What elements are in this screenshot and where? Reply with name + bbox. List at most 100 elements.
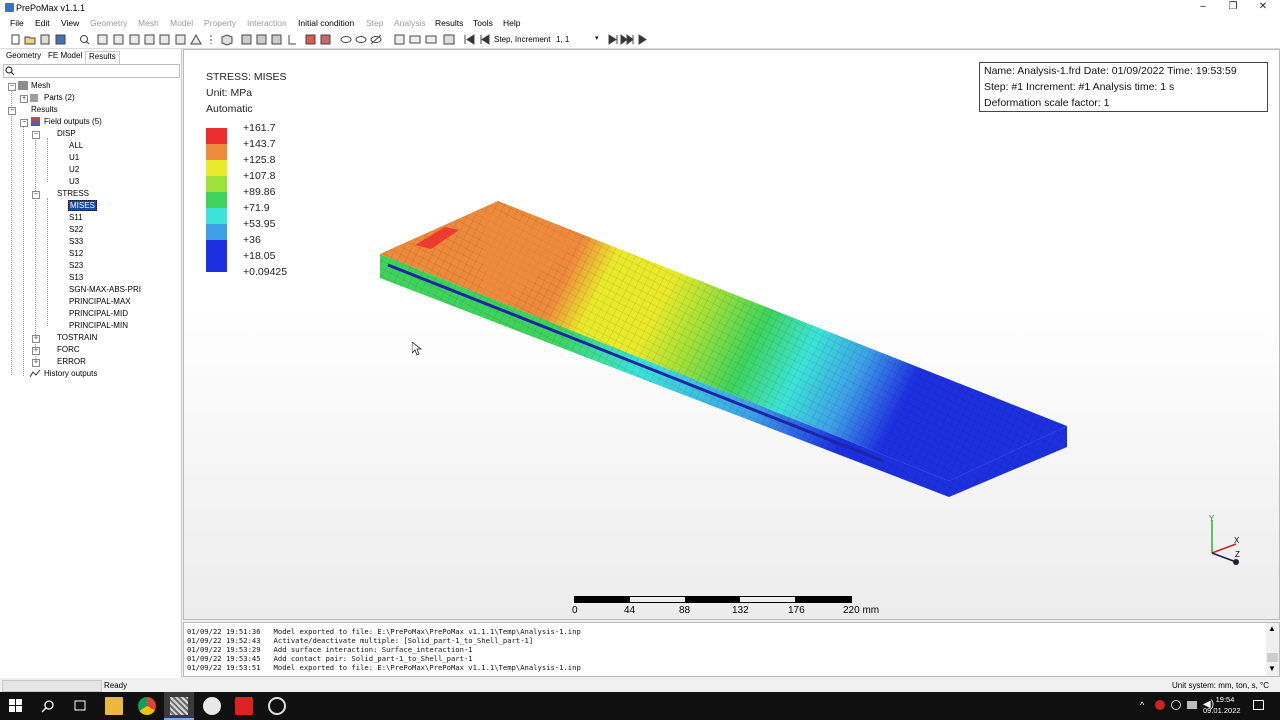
view-bottom-icon[interactable] xyxy=(144,34,155,45)
tree-item-principal-max[interactable]: PRINCIPAL-MAX xyxy=(69,297,131,306)
tab-geometry[interactable]: Geometry xyxy=(3,51,44,63)
save-icon[interactable] xyxy=(55,34,66,45)
maximize-button[interactable]: ❐ xyxy=(1218,1,1248,15)
collapse-field-outputs-toggle[interactable]: − xyxy=(20,119,28,127)
tree-item-u3[interactable]: U3 xyxy=(69,177,79,186)
view-top-icon[interactable] xyxy=(129,34,140,45)
tree-item-s13[interactable]: S13 xyxy=(69,273,83,282)
app-circle-icon[interactable] xyxy=(268,697,286,715)
tree-item-parts[interactable]: Parts (2) xyxy=(44,93,75,102)
chrome-icon[interactable] xyxy=(138,697,156,715)
expand-parts-toggle[interactable]: + xyxy=(20,95,28,103)
results-color-icon[interactable] xyxy=(425,35,437,44)
file-explorer-icon[interactable] xyxy=(105,697,123,715)
menu-results[interactable]: Results xyxy=(435,18,463,28)
view-iso-icon[interactable] xyxy=(190,33,202,45)
next-increment-icon[interactable] xyxy=(608,34,618,45)
feature-edges-icon[interactable] xyxy=(271,34,282,45)
search-taskbar-icon[interactable] xyxy=(41,699,55,713)
tree-item-field-outputs[interactable]: Field outputs (5) xyxy=(44,117,102,126)
menu-analysis[interactable]: Analysis xyxy=(394,18,426,28)
tree-item-stress[interactable]: STRESS xyxy=(57,189,89,198)
network-icon[interactable] xyxy=(1187,701,1197,709)
tree-item-disp-all[interactable]: ALL xyxy=(69,141,83,150)
zoom-icon[interactable] xyxy=(80,35,90,45)
tree-item-mises[interactable]: MISES xyxy=(68,200,97,211)
previous-increment-icon[interactable] xyxy=(480,34,490,45)
view-left-icon[interactable] xyxy=(159,34,170,45)
tree-item-s33[interactable]: S33 xyxy=(69,237,83,246)
prepomax-icon[interactable] xyxy=(170,697,188,715)
view-right-icon[interactable] xyxy=(175,34,186,45)
edges-icon[interactable] xyxy=(256,34,267,45)
show-icon[interactable] xyxy=(340,36,352,43)
results-deformed-icon[interactable] xyxy=(409,35,421,44)
scroll-up-icon[interactable]: ▲ xyxy=(1268,624,1276,633)
menu-step[interactable]: Step xyxy=(366,18,384,28)
explode-icon[interactable] xyxy=(320,34,331,45)
section-cut-icon[interactable] xyxy=(305,34,316,45)
expand-forc-toggle[interactable]: + xyxy=(32,347,40,355)
tab-fe-model[interactable]: FE Model xyxy=(45,51,85,63)
log-scroll-thumb[interactable] xyxy=(1267,653,1278,662)
chevron-down-icon[interactable]: ▾ xyxy=(595,34,599,42)
last-increment-icon[interactable] xyxy=(620,34,634,45)
taskbar-clock-date[interactable]: 09.01.2022 xyxy=(1203,706,1241,715)
collapse-disp-toggle[interactable]: − xyxy=(32,131,40,139)
tray-app2-icon[interactable] xyxy=(1171,700,1181,710)
windows-start-icon[interactable] xyxy=(9,699,23,713)
tree-item-s22[interactable]: S22 xyxy=(69,225,83,234)
tree-item-disp[interactable]: DISP xyxy=(57,129,76,138)
collapse-results-toggle[interactable]: − xyxy=(8,107,16,115)
minimize-button[interactable]: – xyxy=(1188,1,1218,15)
tree-item-history-outputs[interactable]: History outputs xyxy=(44,369,97,378)
step-increment-select[interactable]: 1, 1 xyxy=(556,35,569,44)
view-front-icon[interactable] xyxy=(97,34,108,45)
tab-results[interactable]: Results xyxy=(85,51,120,64)
results-undeformed-icon[interactable] xyxy=(394,34,405,45)
menu-model[interactable]: Model xyxy=(170,18,193,28)
tree-item-s12[interactable]: S12 xyxy=(69,249,83,258)
tray-chevron-icon[interactable]: ^ xyxy=(1140,700,1144,710)
tree-item-mesh[interactable]: Mesh xyxy=(31,81,51,90)
tree-item-principal-mid[interactable]: PRINCIPAL-MID xyxy=(69,309,128,318)
close-button[interactable]: ✕ xyxy=(1248,1,1278,15)
notification-icon[interactable] xyxy=(1253,700,1264,710)
taskbar-clock-time[interactable]: 19:54 xyxy=(1213,695,1237,704)
menu-interaction[interactable]: Interaction xyxy=(247,18,287,28)
tree-search-input[interactable] xyxy=(3,64,180,78)
menu-tools[interactable]: Tools xyxy=(473,18,493,28)
tree-item-results[interactable]: Results xyxy=(31,105,58,114)
app-s-icon[interactable] xyxy=(203,697,221,715)
expand-tostrain-toggle[interactable]: + xyxy=(32,335,40,343)
menu-view[interactable]: View xyxy=(61,18,79,28)
import-icon[interactable] xyxy=(40,34,50,45)
section-icon[interactable] xyxy=(288,35,296,45)
tree-item-u2[interactable]: U2 xyxy=(69,165,79,174)
animate-icon[interactable] xyxy=(443,34,455,45)
task-view-icon[interactable] xyxy=(73,699,87,713)
tree-item-s23[interactable]: S23 xyxy=(69,261,83,270)
menu-edit[interactable]: Edit xyxy=(35,18,50,28)
menu-initial-condition[interactable]: Initial condition xyxy=(298,18,354,28)
output-log[interactable]: 01/09/22 19:51:36 Model exported to file… xyxy=(183,622,1280,677)
tree-item-forc[interactable]: FORC xyxy=(57,345,80,354)
menu-help[interactable]: Help xyxy=(503,18,520,28)
menu-file[interactable]: File xyxy=(10,18,24,28)
menu-geometry[interactable]: Geometry xyxy=(90,18,127,28)
first-increment-icon[interactable] xyxy=(464,34,475,45)
app-red-icon[interactable] xyxy=(235,697,253,715)
menu-mesh[interactable]: Mesh xyxy=(138,18,159,28)
collapse-mesh-toggle[interactable]: − xyxy=(8,83,16,91)
view-back-icon[interactable] xyxy=(113,34,124,45)
play-icon[interactable] xyxy=(638,34,647,45)
scroll-down-icon[interactable]: ▼ xyxy=(1268,664,1276,673)
tree-item-principal-min[interactable]: PRINCIPAL-MIN xyxy=(69,321,128,330)
show-only-icon[interactable] xyxy=(370,34,382,45)
collapse-stress-toggle[interactable]: − xyxy=(32,191,40,199)
hide-icon[interactable] xyxy=(355,36,367,43)
tree-item-s11[interactable]: S11 xyxy=(69,213,83,222)
tree-item-error[interactable]: ERROR xyxy=(57,357,86,366)
tree-item-sgn-max-abs-pri[interactable]: SGN-MAX-ABS-PRI xyxy=(69,285,141,294)
shaded-icon[interactable] xyxy=(241,34,252,45)
